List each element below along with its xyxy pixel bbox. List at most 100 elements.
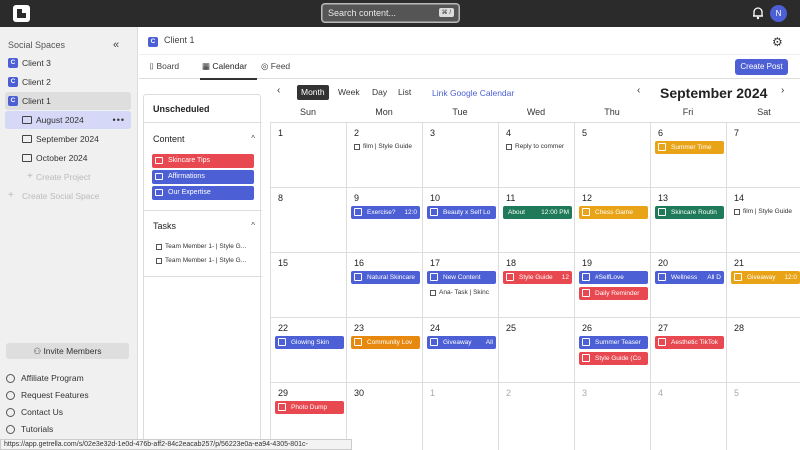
calendar-event[interactable]: Summer Teaser <box>579 336 648 349</box>
calendar-event[interactable]: New Content <box>427 271 496 284</box>
calendar-event[interactable]: Style Guide 12 <box>503 271 572 284</box>
calendar-event[interactable]: Wellness All D <box>655 271 724 284</box>
app-logo[interactable] <box>13 5 30 22</box>
view-day-button[interactable]: Day <box>368 85 391 100</box>
bell-icon[interactable] <box>751 6 765 20</box>
view-list-button[interactable]: List <box>394 85 415 100</box>
calendar-event[interactable]: Skincare Routin <box>655 206 724 219</box>
affiliate-program-link[interactable]: Affiliate Program <box>6 373 84 383</box>
tab-board[interactable]: ⌷ Board <box>149 61 179 72</box>
calendar-event[interactable]: Community Lov <box>351 336 420 349</box>
checkbox[interactable] <box>506 144 512 150</box>
unscheduled-task[interactable]: Team Member 1- | Style G... <box>156 243 246 250</box>
calendar-day-cell[interactable]: 24 Giveaway All <box>422 317 498 382</box>
calendar-day-cell[interactable]: 21 Giveaway 12:0 <box>726 252 800 317</box>
calendar-day-cell[interactable]: 7 <box>726 122 800 187</box>
create-social-space-button[interactable]: + Create Social Space <box>5 187 131 205</box>
unscheduled-content-item[interactable]: Our Expertise <box>152 186 254 200</box>
calendar-task[interactable]: Ana- Task | Skinc <box>430 289 499 296</box>
calendar-day-cell[interactable]: 14 film | Style Guide <box>726 187 800 252</box>
calendar-day-cell[interactable]: 2 <box>498 382 574 450</box>
sidebar-project-september-2024[interactable]: September 2024 <box>5 130 131 148</box>
calendar-day-cell[interactable]: 4 Reply to commer <box>498 122 574 187</box>
sidebar-project-october-2024[interactable]: October 2024 <box>5 149 131 167</box>
create-project-button[interactable]: + Create Project <box>5 168 131 186</box>
checkbox[interactable] <box>156 258 162 264</box>
calendar-day-cell[interactable]: 1 <box>270 122 346 187</box>
create-post-button[interactable]: Create Post <box>735 59 788 75</box>
calendar-day-cell[interactable]: 6 Summer Time <box>650 122 726 187</box>
calendar-day-cell[interactable]: 10 Beauty x Self Lo <box>422 187 498 252</box>
checkbox[interactable] <box>354 144 360 150</box>
calendar-event[interactable]: Beauty x Self Lo <box>427 206 496 219</box>
collapse-sidebar-icon[interactable]: « <box>113 39 119 51</box>
checkbox[interactable] <box>156 244 162 250</box>
invite-members-button[interactable]: ⚇ Invite Members <box>6 343 129 359</box>
calendar-event[interactable]: Giveaway 12:0 <box>731 271 800 284</box>
calendar-event[interactable]: #SelfLove <box>579 271 648 284</box>
calendar-event[interactable]: Style Guide (Co <box>579 352 648 365</box>
calendar-day-cell[interactable]: 2 film | Style Guide <box>346 122 422 187</box>
calendar-day-cell[interactable]: 9 Exercise? 12:0 <box>346 187 422 252</box>
sidebar-item-client-1[interactable]: C Client 1 <box>5 92 131 110</box>
sidebar-item-client-3[interactable]: C Client 3 <box>5 54 131 72</box>
next-month-icon[interactable]: › <box>781 85 784 96</box>
calendar-day-cell[interactable]: 5 <box>574 122 650 187</box>
calendar-day-cell[interactable]: 12 Chess Game <box>574 187 650 252</box>
calendar-day-cell[interactable]: 15 <box>270 252 346 317</box>
sidebar-item-client-2[interactable]: C Client 2 <box>5 73 131 91</box>
calendar-event[interactable]: Giveaway All <box>427 336 496 349</box>
calendar-day-cell[interactable]: 27 Aesthetic TikTok <box>650 317 726 382</box>
calendar-day-cell[interactable]: 30 <box>346 382 422 450</box>
checkbox[interactable] <box>734 209 740 215</box>
calendar-event[interactable]: Natural Skincare <box>351 271 420 284</box>
calendar-day-cell[interactable]: 13 Skincare Routin <box>650 187 726 252</box>
calendar-event[interactable]: Summer Time <box>655 141 724 154</box>
calendar-day-cell[interactable]: 25 <box>498 317 574 382</box>
calendar-day-cell[interactable]: 3 <box>574 382 650 450</box>
sidebar-project-august-2024[interactable]: August 2024 ••• <box>5 111 131 129</box>
request-features-link[interactable]: Request Features <box>6 390 89 400</box>
unscheduled-content-item[interactable]: Affirmations <box>152 170 254 184</box>
chevron-up-icon[interactable]: ^ <box>251 134 255 143</box>
calendar-event[interactable]: Exercise? 12:0 <box>351 206 420 219</box>
calendar-event[interactable]: Glowing Skin <box>275 336 344 349</box>
calendar-day-cell[interactable]: 8 <box>270 187 346 252</box>
calendar-event[interactable]: About 12:00 PM <box>503 206 572 219</box>
calendar-day-cell[interactable]: 1 <box>422 382 498 450</box>
calendar-day-cell[interactable]: 5 <box>726 382 800 450</box>
link-google-calendar-link[interactable]: Link Google Calendar <box>432 88 514 98</box>
calendar-day-cell[interactable]: 26 Summer Teaser Style Guide (Co <box>574 317 650 382</box>
chevron-up-icon[interactable]: ^ <box>251 221 255 230</box>
calendar-day-cell[interactable]: 17 New Content Ana- Task | Skinc <box>422 252 498 317</box>
tab-calendar[interactable]: ▦ Calendar <box>202 61 247 72</box>
checkbox[interactable] <box>430 290 436 296</box>
gear-icon[interactable]: ⚙ <box>772 35 783 49</box>
calendar-day-cell[interactable]: 23 Community Lov <box>346 317 422 382</box>
avatar[interactable]: N <box>770 5 787 22</box>
calendar-day-cell[interactable]: 3 <box>422 122 498 187</box>
calendar-event[interactable]: Aesthetic TikTok <box>655 336 724 349</box>
search-input[interactable]: Search content... ⌘ / <box>322 4 459 22</box>
view-week-button[interactable]: Week <box>334 85 364 100</box>
calendar-event[interactable]: Chess Game <box>579 206 648 219</box>
calendar-event[interactable]: Daily Reminder <box>579 287 648 300</box>
previous-month-icon[interactable]: ‹ <box>637 85 640 96</box>
calendar-day-cell[interactable]: 4 <box>650 382 726 450</box>
calendar-day-cell[interactable]: 18 Style Guide 12 <box>498 252 574 317</box>
calendar-event[interactable]: Photo Dump <box>275 401 344 414</box>
more-options-icon[interactable]: ••• <box>113 111 125 129</box>
unscheduled-content-item[interactable]: Skincare Tips <box>152 154 254 168</box>
calendar-day-cell[interactable]: 11 About 12:00 PM <box>498 187 574 252</box>
calendar-day-cell[interactable]: 19 #SelfLove Daily Reminder <box>574 252 650 317</box>
tutorials-link[interactable]: Tutorials <box>6 424 53 434</box>
unscheduled-task[interactable]: Team Member 1- | Style G... <box>156 257 246 264</box>
contact-us-link[interactable]: Contact Us <box>6 407 63 417</box>
chevron-left-icon[interactable]: ‹ <box>277 85 280 96</box>
calendar-day-cell[interactable]: 28 <box>726 317 800 382</box>
calendar-task[interactable]: film | Style Guide <box>354 143 423 150</box>
calendar-day-cell[interactable]: 16 Natural Skincare <box>346 252 422 317</box>
calendar-task[interactable]: film | Style Guide <box>734 208 800 215</box>
view-month-button[interactable]: Month <box>297 85 329 100</box>
tab-feed[interactable]: ◎ Feed <box>261 61 290 72</box>
